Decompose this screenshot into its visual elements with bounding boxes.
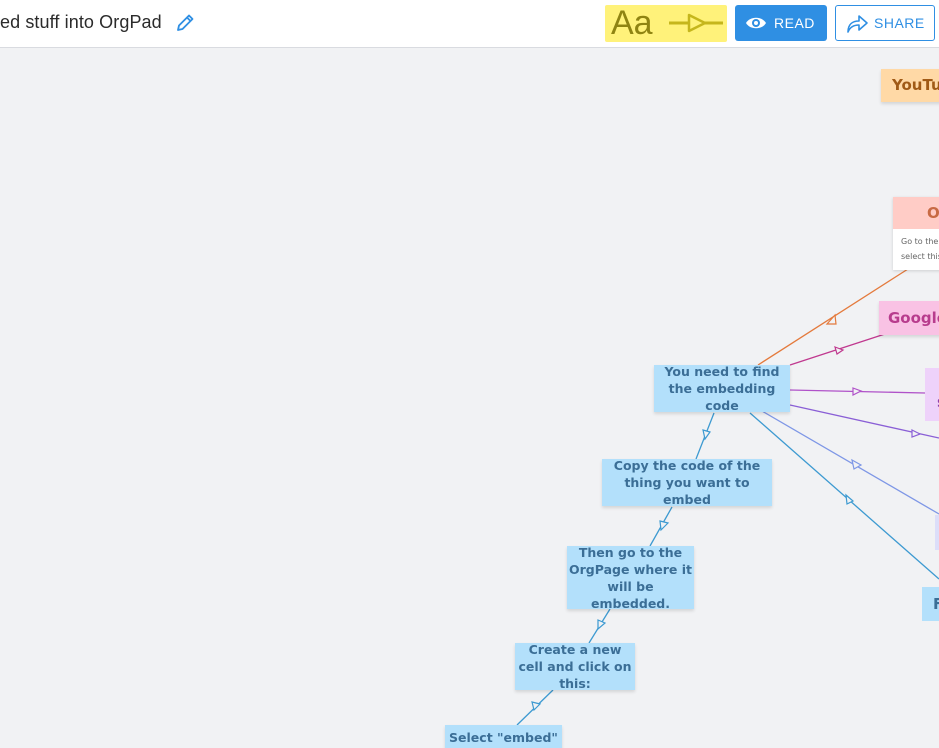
style-label: Aa	[611, 4, 653, 42]
share-label: SHARE	[874, 15, 925, 31]
share-arrow-icon	[847, 15, 868, 33]
cell-go-to-orgpage[interactable]: Then go to the OrgPage where it will be …	[567, 545, 694, 611]
cell-orgpad-line: select this	[901, 252, 939, 261]
cell-google[interactable]: Google	[879, 301, 939, 335]
cell-copy-code[interactable]: Copy the code of the thing you want to e…	[602, 458, 772, 507]
link-arrow	[911, 429, 922, 438]
document-title[interactable]: ed stuff into OrgPad	[0, 12, 162, 33]
cell-orgpad-line: Go to the	[901, 237, 939, 246]
cell-purple[interactable]: s	[925, 368, 939, 421]
cell-right[interactable]: F	[922, 587, 939, 621]
link-arrow	[597, 619, 607, 631]
link-layer	[516, 268, 939, 726]
share-button[interactable]: SHARE	[835, 5, 935, 41]
cell-find-embedding-code[interactable]: You need to find the embedding code	[654, 364, 790, 413]
cell-orgpad-body: Go to the select this	[893, 229, 939, 264]
pencil-icon[interactable]	[174, 12, 196, 34]
cell-youtube[interactable]: YouTu	[881, 69, 939, 102]
cell-orgpad-title: O	[893, 197, 939, 229]
link-arrow	[852, 387, 863, 396]
link-right	[749, 412, 939, 580]
cell-create-new-cell[interactable]: Create a new cell and click on this:	[515, 642, 635, 691]
cell-orgpad[interactable]: O Go to the select this	[893, 197, 939, 270]
cell-select-embed[interactable]: Select "embed"	[445, 725, 562, 748]
read-button[interactable]: READ	[735, 5, 827, 41]
top-bar: ed stuff into OrgPad Aa READ SHARE	[0, 0, 939, 48]
link-arrow	[531, 701, 542, 712]
arrow-style-icon	[669, 13, 723, 33]
link-arrow	[659, 520, 670, 532]
cell-lavender[interactable]	[935, 515, 939, 550]
read-label: READ	[774, 15, 815, 31]
eye-icon	[746, 17, 766, 29]
style-button[interactable]: Aa	[605, 5, 727, 42]
map-canvas[interactable]: YouTu O Go to the select this Google s F…	[0, 49, 939, 748]
